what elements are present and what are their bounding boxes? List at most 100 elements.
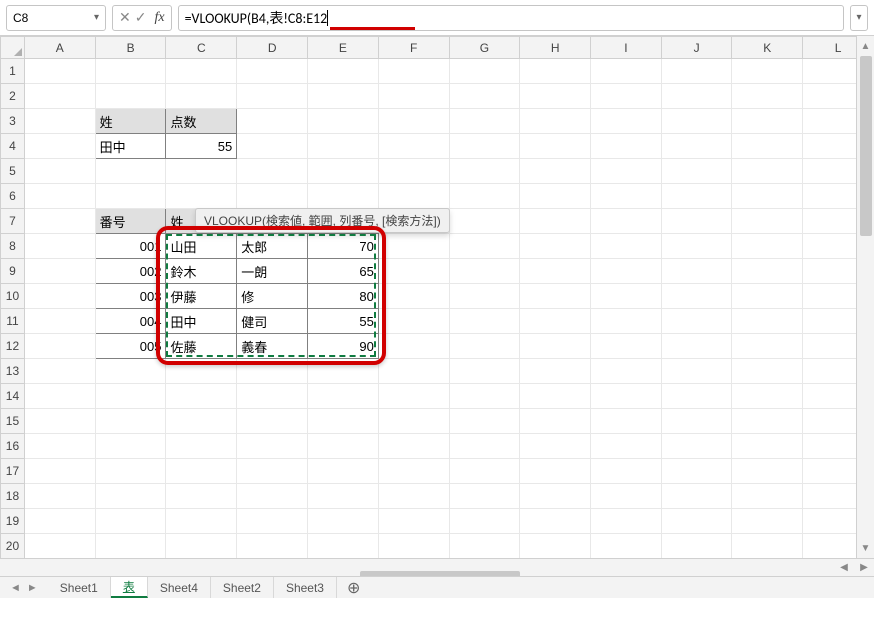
cell-A3[interactable] [24,109,95,134]
cell-G13[interactable] [449,359,520,384]
cell-H9[interactable] [520,259,591,284]
cell-D5[interactable] [237,159,308,184]
cell-J1[interactable] [661,59,732,84]
cell-I15[interactable] [591,409,662,434]
cell-A10[interactable] [24,284,95,309]
cell-H4[interactable] [520,134,591,159]
cell-K19[interactable] [732,509,803,534]
cell-G17[interactable] [449,459,520,484]
cell-F1[interactable] [378,59,449,84]
scroll-track[interactable] [857,56,874,538]
cell-G6[interactable] [449,184,520,209]
cell-I5[interactable] [591,159,662,184]
cell-J9[interactable] [661,259,732,284]
cell-G2[interactable] [449,84,520,109]
cell-E11[interactable]: 55 [308,309,379,334]
cell-G5[interactable] [449,159,520,184]
cell-D8[interactable]: 太郎 [237,234,308,259]
cell-B16[interactable] [95,434,166,459]
cell-F9[interactable] [378,259,449,284]
cell-K4[interactable] [732,134,803,159]
cell-E19[interactable] [308,509,379,534]
cell-J19[interactable] [661,509,732,534]
cell-B4[interactable]: 田中 [95,134,166,159]
row-header-7[interactable]: 7 [1,209,25,234]
row-header-12[interactable]: 12 [1,334,25,359]
cell-D2[interactable] [237,84,308,109]
cell-H15[interactable] [520,409,591,434]
row-header-13[interactable]: 13 [1,359,25,384]
cell-I14[interactable] [591,384,662,409]
cell-E4[interactable] [308,134,379,159]
cell-G4[interactable] [449,134,520,159]
cell-B18[interactable] [95,484,166,509]
cell-F14[interactable] [378,384,449,409]
formula-expand-icon[interactable]: ▾ [850,5,868,31]
cell-H20[interactable] [520,534,591,559]
cell-K8[interactable] [732,234,803,259]
cell-G20[interactable] [449,534,520,559]
horizontal-scrollbar[interactable]: ◀ ▶ [0,558,874,576]
cell-K1[interactable] [732,59,803,84]
cell-E2[interactable] [308,84,379,109]
cell-F4[interactable] [378,134,449,159]
cell-B2[interactable] [95,84,166,109]
cell-G19[interactable] [449,509,520,534]
cell-A2[interactable] [24,84,95,109]
cell-J11[interactable] [661,309,732,334]
cell-F5[interactable] [378,159,449,184]
cell-F18[interactable] [378,484,449,509]
cell-K16[interactable] [732,434,803,459]
col-header-F[interactable]: F [378,37,449,59]
cell-G9[interactable] [449,259,520,284]
cell-K7[interactable] [732,209,803,234]
cell-I3[interactable] [591,109,662,134]
cell-H11[interactable] [520,309,591,334]
cell-B14[interactable] [95,384,166,409]
cell-J7[interactable] [661,209,732,234]
cell-F12[interactable] [378,334,449,359]
cell-J17[interactable] [661,459,732,484]
cell-H8[interactable] [520,234,591,259]
cell-E6[interactable] [308,184,379,209]
cell-B7[interactable]: 番号 [95,209,166,234]
cell-D18[interactable] [237,484,308,509]
sheet-tab-表[interactable]: 表 [111,577,148,598]
cell-J15[interactable] [661,409,732,434]
cell-G10[interactable] [449,284,520,309]
cell-J2[interactable] [661,84,732,109]
cell-G3[interactable] [449,109,520,134]
row-header-16[interactable]: 16 [1,434,25,459]
cell-K20[interactable] [732,534,803,559]
fx-icon[interactable]: fx [154,10,164,26]
cell-J20[interactable] [661,534,732,559]
cell-K17[interactable] [732,459,803,484]
cell-I7[interactable] [591,209,662,234]
add-sheet-button[interactable]: ⊕ [337,577,370,598]
cell-A11[interactable] [24,309,95,334]
cell-C19[interactable] [166,509,237,534]
cell-F3[interactable] [378,109,449,134]
cell-B19[interactable] [95,509,166,534]
cell-K9[interactable] [732,259,803,284]
cell-B20[interactable] [95,534,166,559]
row-header-18[interactable]: 18 [1,484,25,509]
cell-K14[interactable] [732,384,803,409]
cell-B3[interactable]: 姓 [95,109,166,134]
cell-H16[interactable] [520,434,591,459]
cell-F19[interactable] [378,509,449,534]
cell-J5[interactable] [661,159,732,184]
cell-H17[interactable] [520,459,591,484]
cell-G18[interactable] [449,484,520,509]
cell-F15[interactable] [378,409,449,434]
row-header-20[interactable]: 20 [1,534,25,559]
tab-prev-icon[interactable]: ◄ [10,582,21,594]
col-header-B[interactable]: B [95,37,166,59]
cell-A15[interactable] [24,409,95,434]
cell-K6[interactable] [732,184,803,209]
row-header-5[interactable]: 5 [1,159,25,184]
cell-C3[interactable]: 点数 [166,109,237,134]
cell-A12[interactable] [24,334,95,359]
cell-F6[interactable] [378,184,449,209]
cell-A19[interactable] [24,509,95,534]
